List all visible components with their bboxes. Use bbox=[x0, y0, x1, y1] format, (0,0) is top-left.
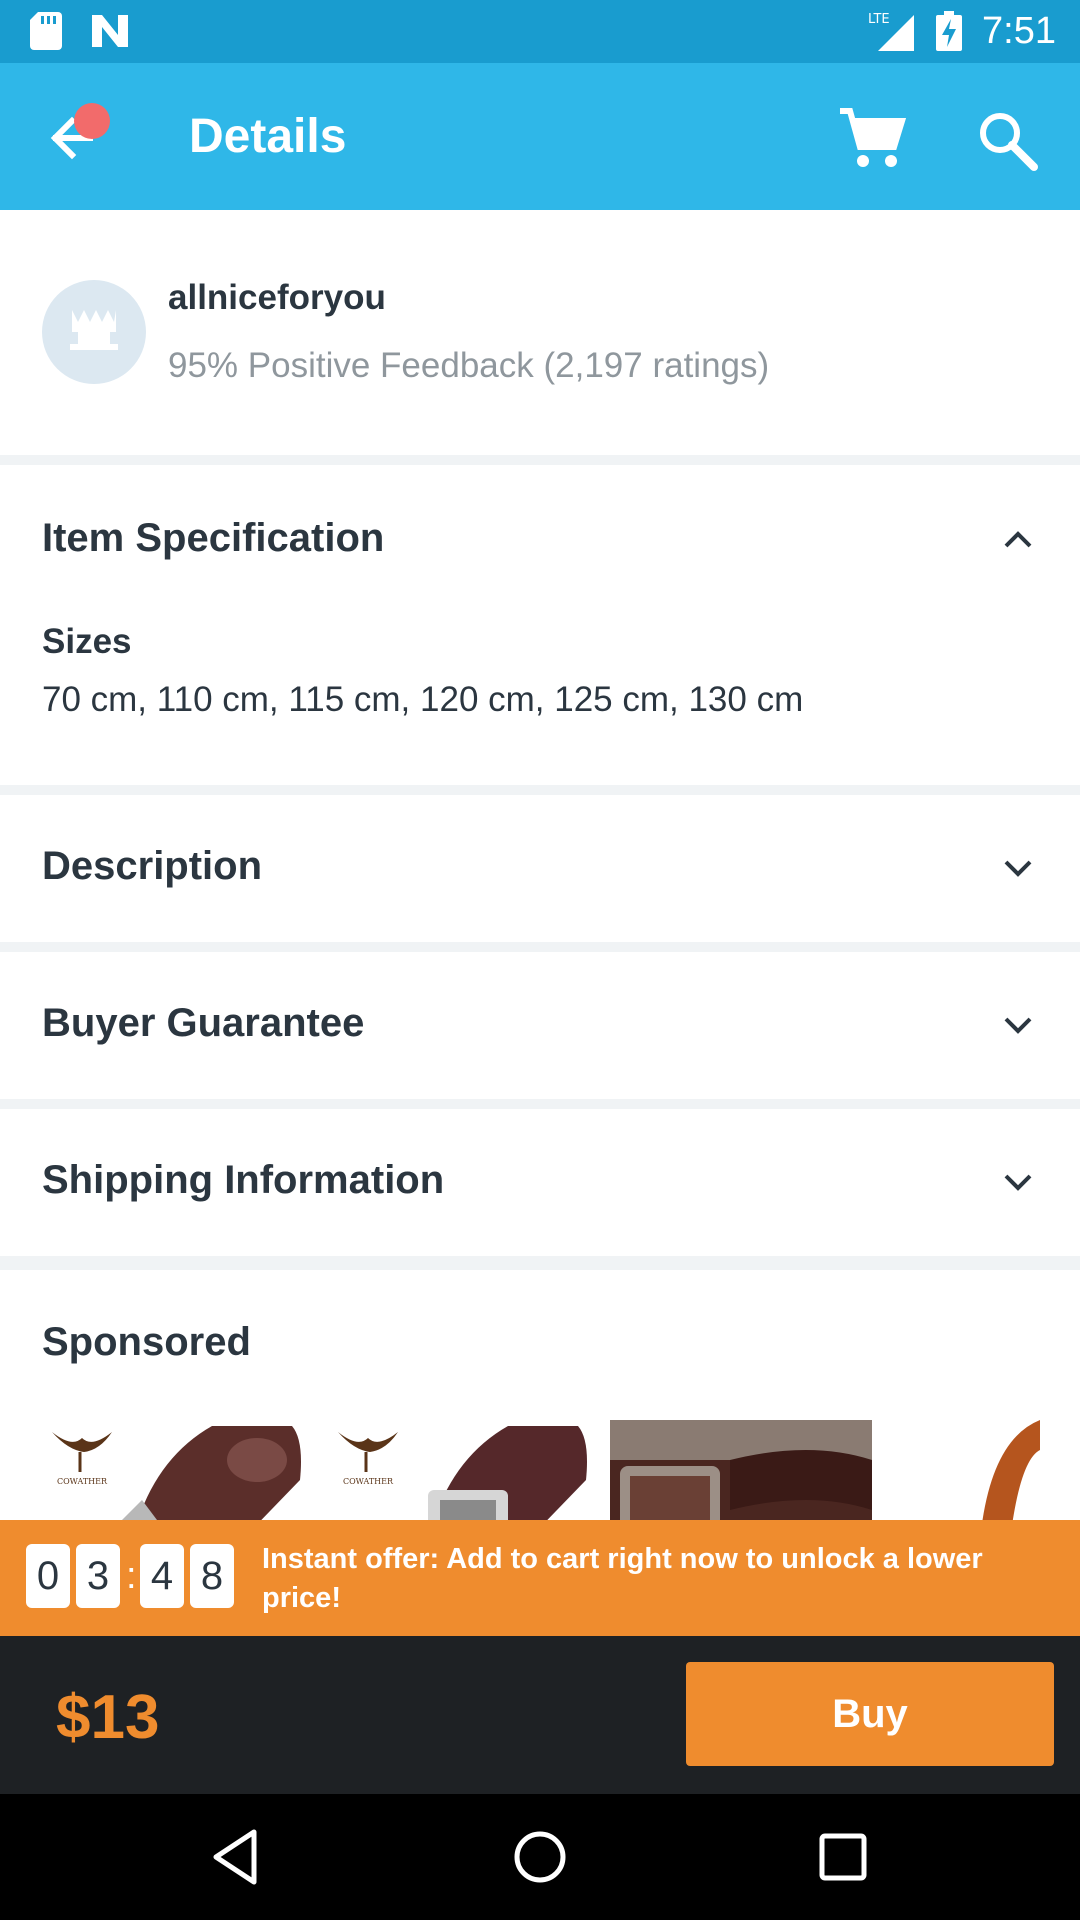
timer-digit: 8 bbox=[190, 1544, 234, 1608]
section-divider bbox=[0, 942, 1080, 952]
belt-product-image: COWATHER bbox=[338, 1426, 587, 1520]
buy-button[interactable]: Buy bbox=[686, 1662, 1054, 1766]
nav-recents-icon[interactable] bbox=[810, 1824, 876, 1890]
brand-text: COWATHER bbox=[57, 1477, 108, 1486]
search-button[interactable] bbox=[974, 107, 1040, 173]
timer-colon: : bbox=[126, 1555, 137, 1597]
details-content[interactable]: allniceforyou 95% Positive Feedback (2,1… bbox=[0, 210, 1080, 1520]
item-spec-title[interactable]: Item Specification bbox=[42, 516, 384, 561]
sponsored-product-4[interactable] bbox=[940, 1420, 1040, 1520]
buy-bar: $13 Buy bbox=[0, 1636, 1080, 1794]
sponsored-product-2[interactable]: COWATHER bbox=[328, 1420, 590, 1520]
sponsored-product-1[interactable]: COWATHER bbox=[42, 1420, 304, 1520]
seller-feedback: 95% Positive Feedback (2,197 ratings) bbox=[168, 346, 770, 385]
nav-back-icon[interactable] bbox=[204, 1824, 270, 1890]
chevron-up-icon[interactable] bbox=[998, 520, 1038, 560]
belt-product-image: COWATHER bbox=[52, 1426, 301, 1520]
buyer-guarantee-title[interactable]: Buyer Guarantee bbox=[42, 1001, 364, 1046]
section-divider bbox=[0, 1256, 1080, 1270]
status-bar: LTE 7:51 bbox=[0, 0, 1080, 63]
chevron-down-icon[interactable] bbox=[998, 1005, 1038, 1045]
belt-product-image bbox=[610, 1420, 872, 1520]
svg-text:LTE: LTE bbox=[868, 12, 890, 27]
cart-icon bbox=[840, 108, 907, 167]
seller-name[interactable]: allniceforyou bbox=[168, 278, 386, 318]
sd-card-icon bbox=[30, 12, 62, 50]
section-divider bbox=[0, 1099, 1080, 1109]
page-title: Details bbox=[189, 110, 347, 163]
belt-product-image bbox=[982, 1420, 1040, 1520]
sizes-label: Sizes bbox=[42, 622, 132, 661]
search-icon bbox=[980, 113, 1038, 171]
sponsored-title: Sponsored bbox=[42, 1320, 251, 1364]
price: $13 bbox=[56, 1683, 160, 1752]
lte-signal-icon: LTE bbox=[868, 12, 915, 51]
section-divider bbox=[0, 455, 1080, 465]
nav-home-icon[interactable] bbox=[507, 1824, 573, 1890]
offer-text: Instant offer: Add to cart right now to … bbox=[262, 1543, 983, 1614]
brand-text: COWATHER bbox=[343, 1477, 394, 1486]
clock: 7:51 bbox=[982, 10, 1056, 52]
chevron-down-icon[interactable] bbox=[998, 848, 1038, 888]
timer-digit: 3 bbox=[76, 1544, 120, 1608]
store-icon bbox=[70, 310, 118, 350]
timer-digit: 4 bbox=[140, 1544, 184, 1608]
system-nav-bar bbox=[0, 1794, 1080, 1920]
notification-dot bbox=[74, 103, 110, 139]
n-logo-icon bbox=[92, 15, 128, 47]
shipping-title[interactable]: Shipping Information bbox=[42, 1158, 444, 1203]
chevron-down-icon[interactable] bbox=[998, 1162, 1038, 1202]
timer-digit: 0 bbox=[26, 1544, 70, 1608]
app-bar: Details bbox=[0, 63, 1080, 210]
section-divider bbox=[0, 785, 1080, 795]
sizes-value: 70 cm, 110 cm, 115 cm, 120 cm, 125 cm, 1… bbox=[42, 680, 804, 719]
seller-card[interactable]: allniceforyou 95% Positive Feedback (2,1… bbox=[0, 210, 1080, 455]
seller-avatar bbox=[42, 280, 146, 384]
battery-charging-icon bbox=[936, 11, 963, 51]
cart-button[interactable] bbox=[836, 103, 907, 173]
description-title[interactable]: Description bbox=[42, 844, 262, 889]
instant-offer-banner[interactable]: 0 3 : 4 8 Instant offer: Add to cart rig… bbox=[0, 1520, 1080, 1636]
sponsored-product-3[interactable] bbox=[610, 1420, 872, 1520]
